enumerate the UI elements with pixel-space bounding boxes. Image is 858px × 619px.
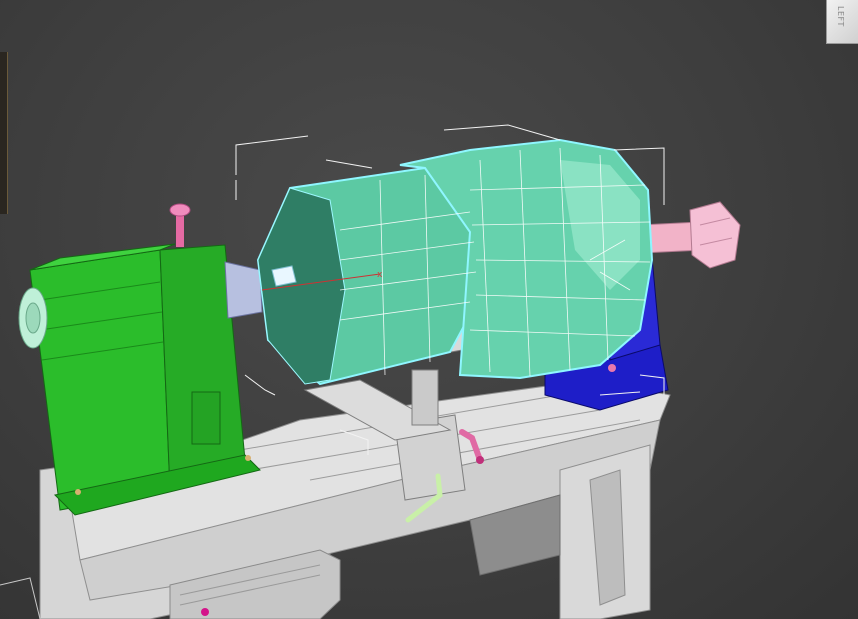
spindle-nose [224, 261, 263, 319]
svg-text:x: x [377, 270, 383, 280]
carriage-post [411, 369, 439, 426]
viewcube-icon[interactable]: LEFT [826, 0, 858, 44]
headstock-knob-pink[interactable] [169, 203, 191, 217]
chuck-front-face [257, 187, 346, 385]
headstock[interactable] [18, 203, 263, 516]
headstock-gearbox[interactable] [191, 391, 221, 445]
motor-knob [201, 608, 209, 616]
viewcube-face-label: LEFT [836, 6, 845, 27]
3d-viewport[interactable]: x LEFT [0, 0, 858, 619]
lathe-scene[interactable]: x [0, 0, 858, 619]
tailstock-handwheel[interactable] [689, 201, 741, 269]
